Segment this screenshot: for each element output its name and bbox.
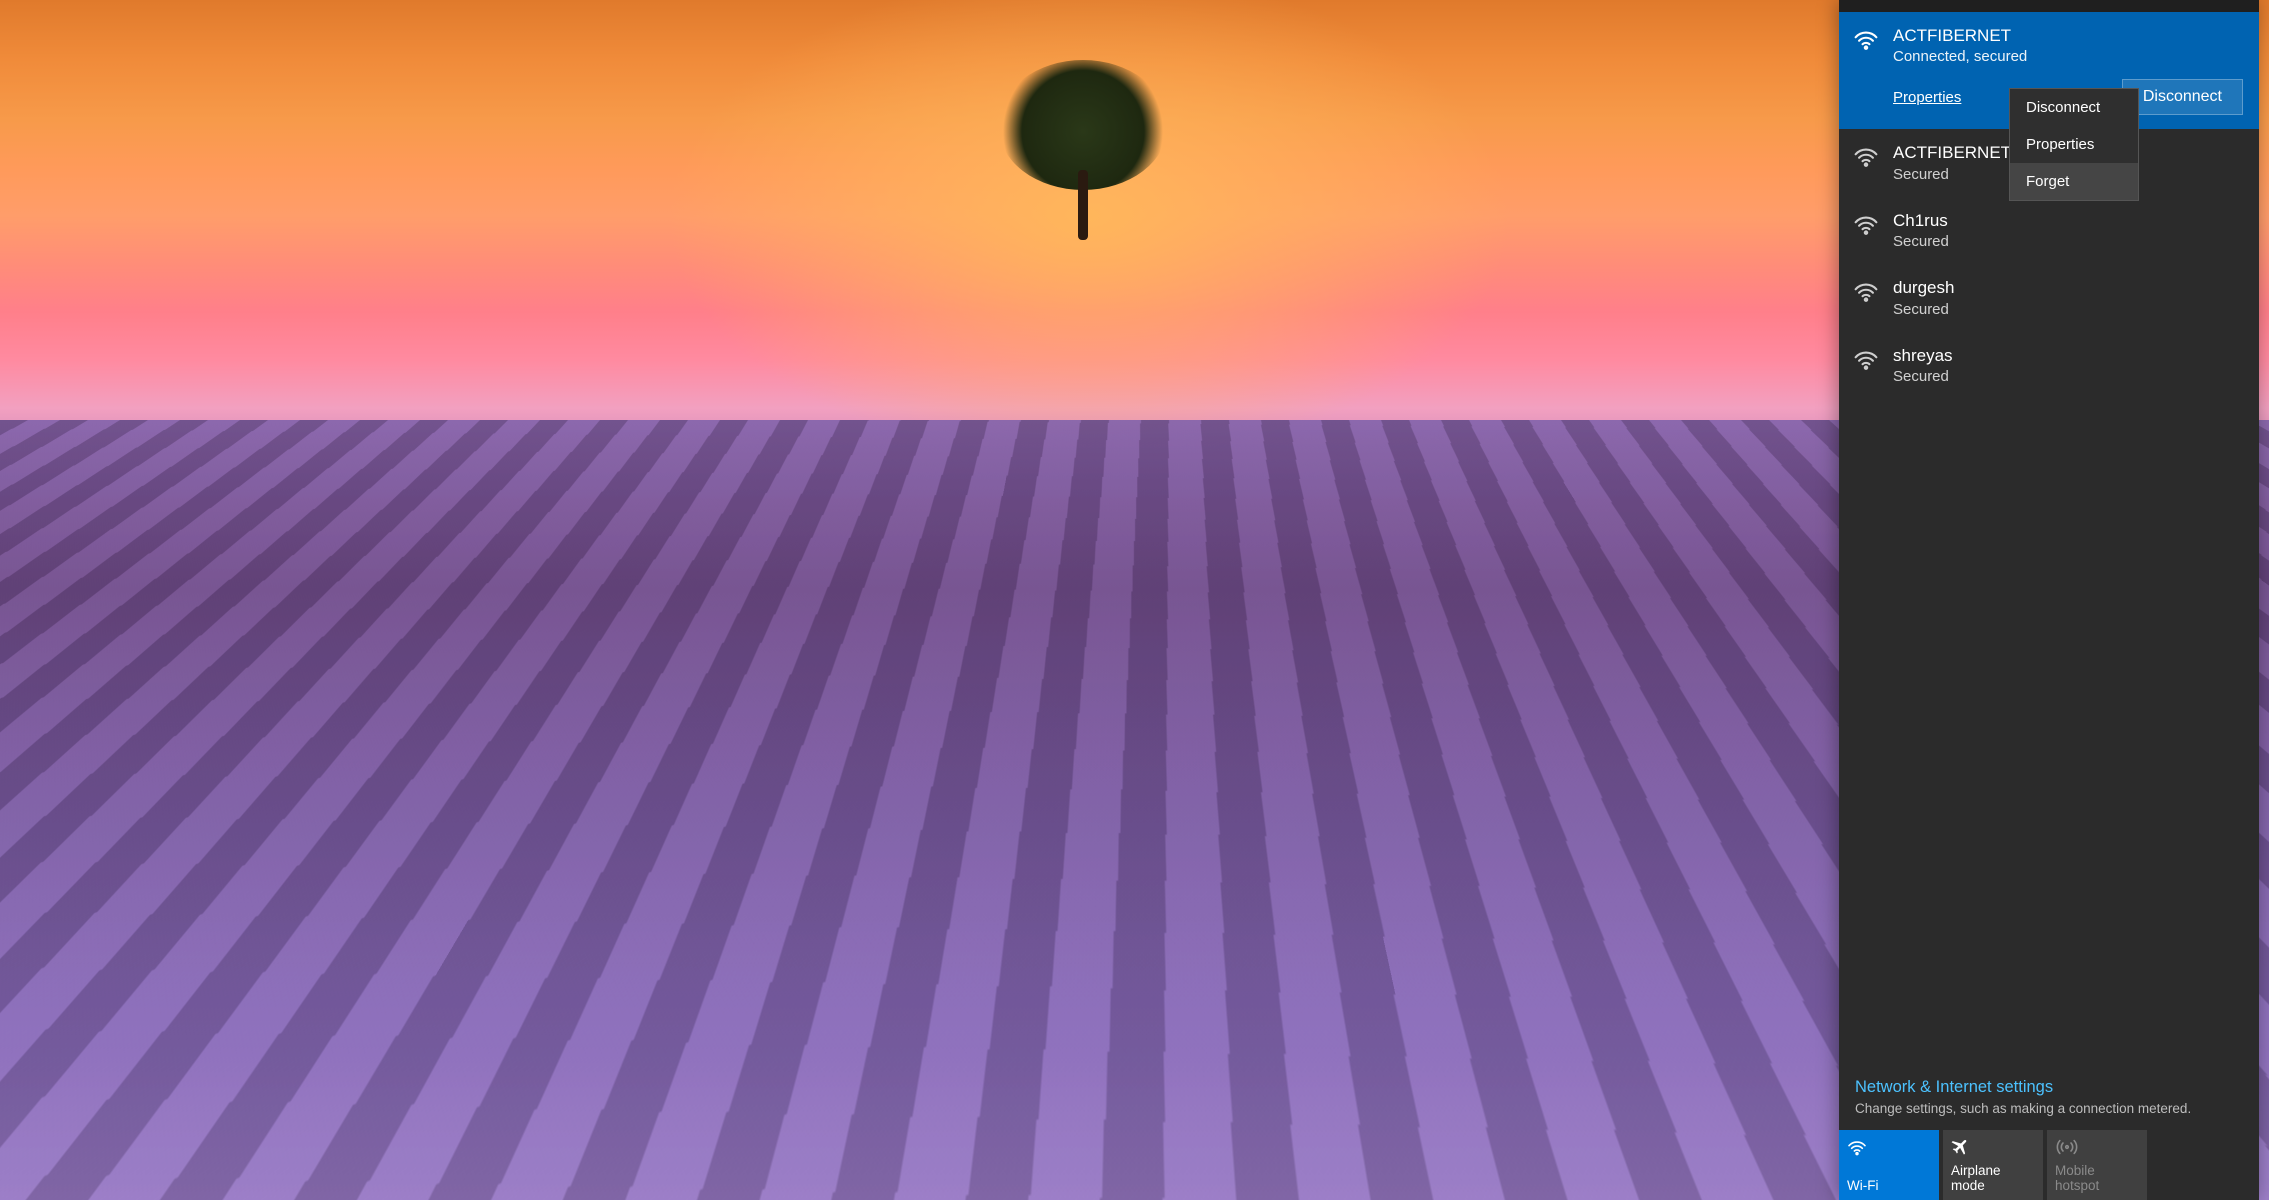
airplane-icon (1951, 1136, 2035, 1158)
properties-link[interactable]: Properties (1893, 89, 1961, 106)
tile-wifi[interactable]: Wi-Fi (1839, 1130, 1939, 1200)
network-status: Secured (1893, 233, 2243, 250)
quick-action-tiles: Wi-Fi Airplane mode Mobile hotspot (1839, 1130, 2259, 1200)
disconnect-button[interactable]: Disconnect (2122, 79, 2243, 115)
network-item[interactable]: Ch1rus Secured (1839, 197, 2259, 264)
network-name: durgesh (1893, 278, 2243, 298)
network-name: Ch1rus (1893, 211, 2243, 231)
network-status: Secured (1893, 301, 2243, 318)
context-menu-disconnect[interactable]: Disconnect (2010, 89, 2138, 126)
wallpaper-tree (998, 60, 1168, 240)
settings-title: Network & Internet settings (1855, 1078, 2243, 1097)
context-menu-forget[interactable]: Forget (2010, 163, 2138, 200)
network-status: Secured (1893, 368, 2243, 385)
flyout-header (1839, 0, 2259, 12)
tile-mobile-hotspot[interactable]: Mobile hotspot (2047, 1130, 2147, 1200)
wifi-icon (1853, 26, 1879, 52)
network-name: shreyas (1893, 346, 2243, 366)
network-context-menu: Disconnect Properties Forget (2009, 88, 2139, 201)
network-item[interactable]: durgesh Secured (1839, 264, 2259, 331)
settings-subtitle: Change settings, such as making a connec… (1855, 1101, 2243, 1116)
wifi-icon (1853, 211, 1879, 237)
wifi-icon (1847, 1136, 1931, 1158)
tile-label: Airplane mode (1951, 1164, 2035, 1194)
network-item[interactable]: shreyas Secured (1839, 332, 2259, 399)
network-name: ACTFIBERNET (1893, 26, 2243, 46)
wifi-icon (1853, 278, 1879, 304)
tile-label: Wi-Fi (1847, 1179, 1931, 1194)
tile-label: Mobile hotspot (2055, 1164, 2139, 1194)
wifi-icon (1853, 143, 1879, 169)
network-list: ACTFIBERNET Connected, secured Propertie… (1839, 12, 2259, 1066)
wifi-icon (1853, 346, 1879, 372)
wifi-flyout: ACTFIBERNET Connected, secured Propertie… (1839, 0, 2259, 1200)
network-settings-link[interactable]: Network & Internet settings Change setti… (1839, 1066, 2259, 1130)
hotspot-icon (2055, 1136, 2139, 1158)
tile-airplane-mode[interactable]: Airplane mode (1943, 1130, 2043, 1200)
network-status: Connected, secured (1893, 48, 2243, 65)
network-item-connected[interactable]: ACTFIBERNET Connected, secured Propertie… (1839, 12, 2259, 129)
context-menu-properties[interactable]: Properties (2010, 126, 2138, 163)
